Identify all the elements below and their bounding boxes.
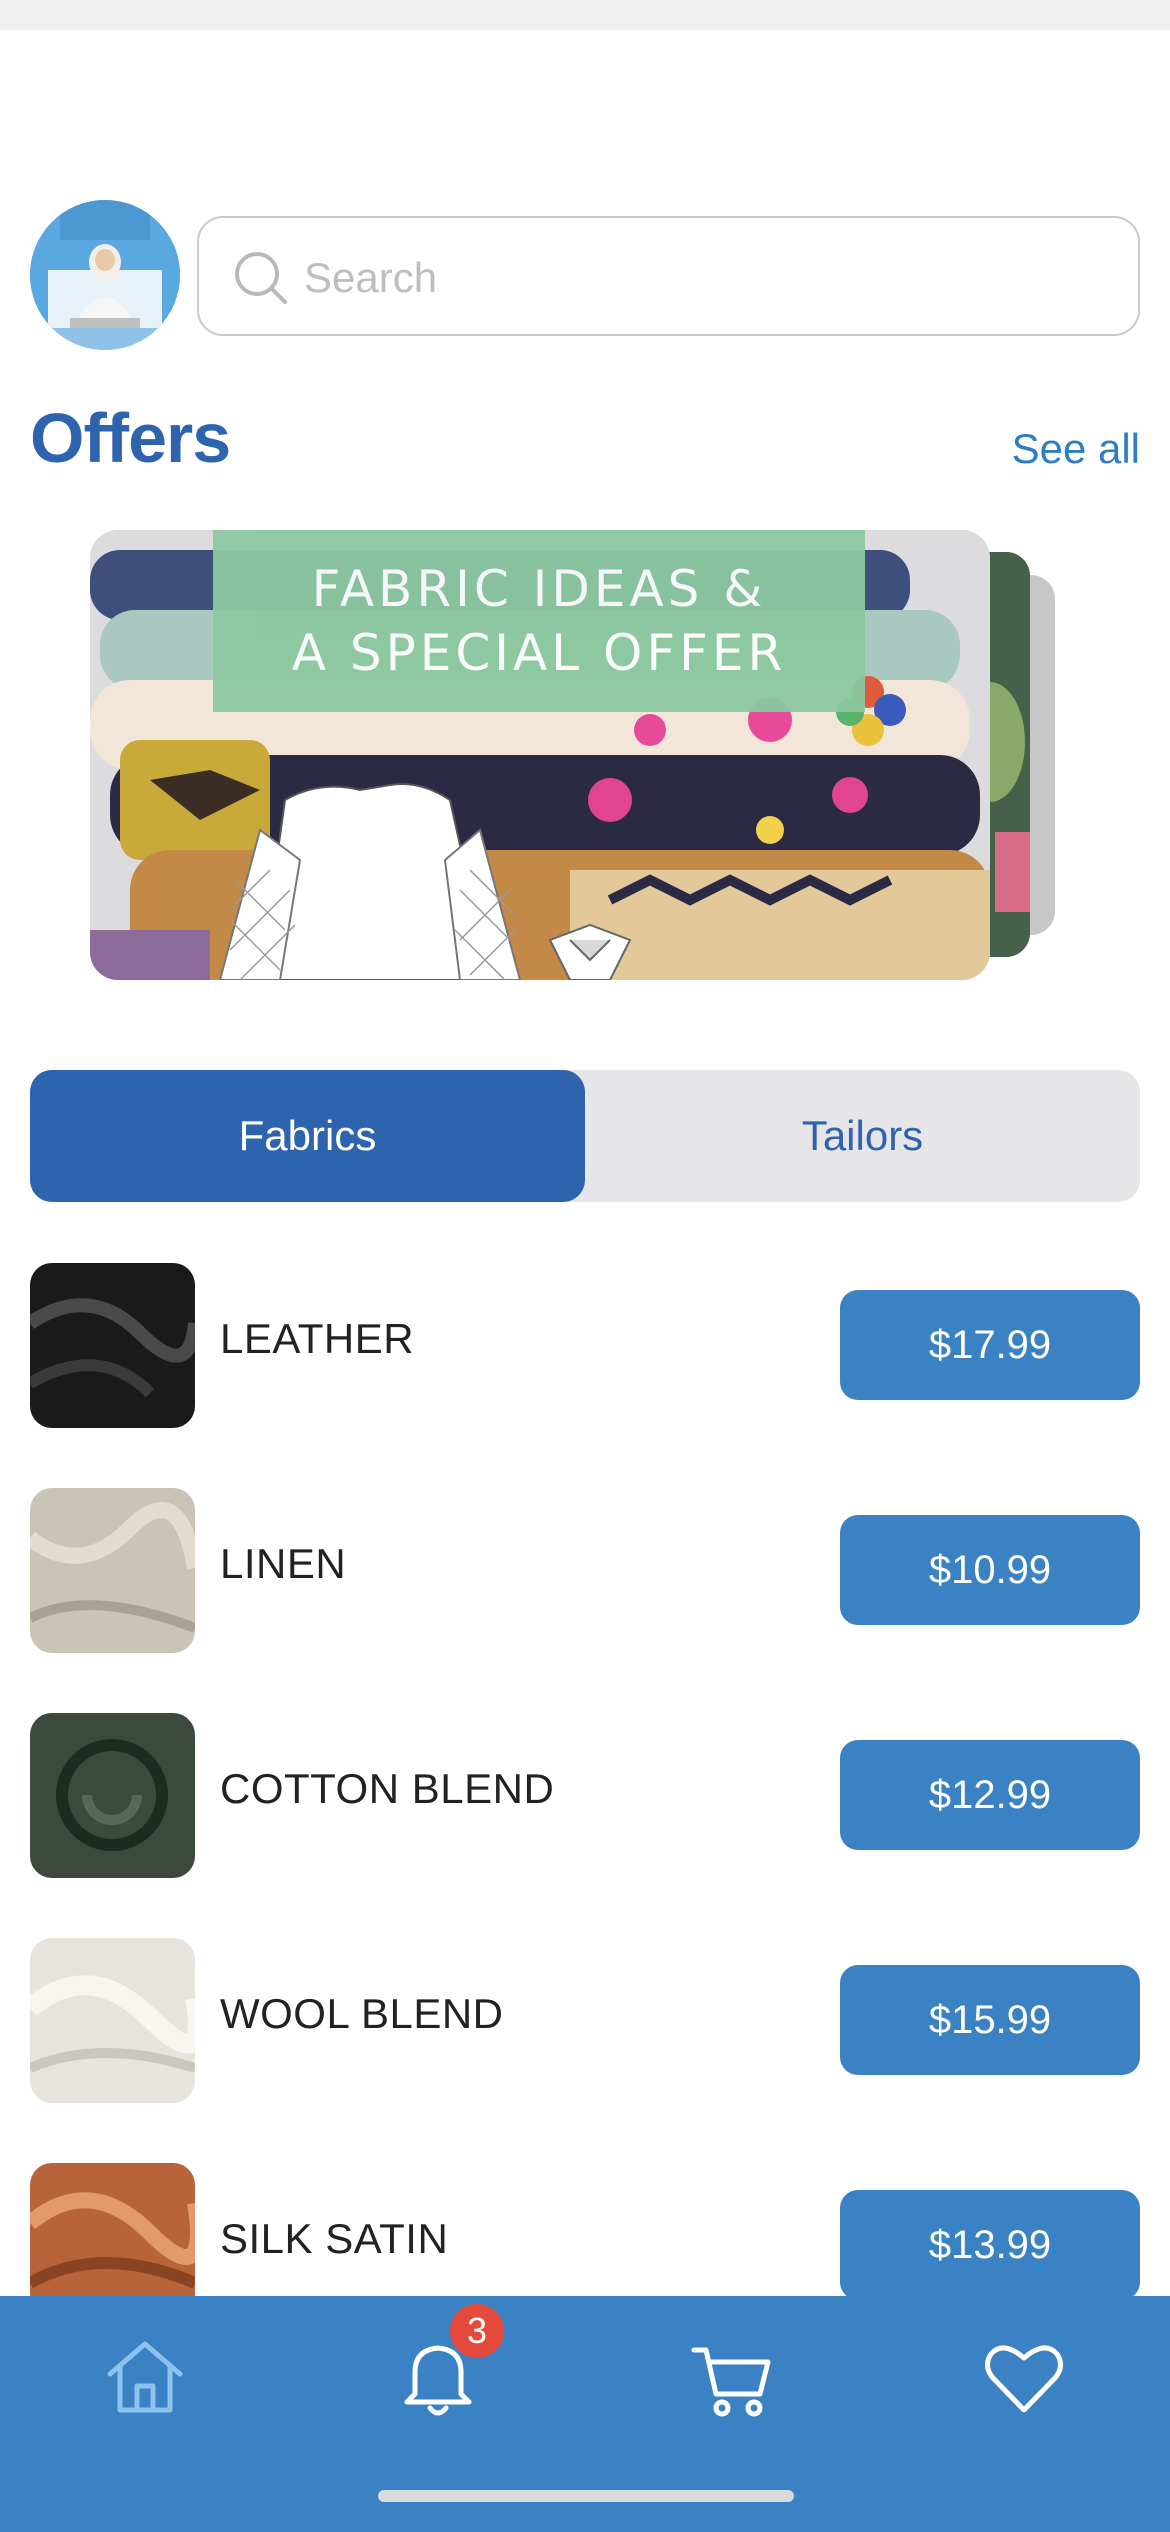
fabric-thumbnail: [30, 1713, 195, 1878]
banner-text-panel: FABRIC IDEAS & A SPECIAL OFFER: [213, 530, 865, 712]
home-indicator: [378, 2490, 794, 2502]
price-button[interactable]: $15.99: [840, 1965, 1140, 2075]
price-button[interactable]: $12.99: [840, 1740, 1140, 1850]
tab-fabrics[interactable]: Fabrics: [30, 1070, 585, 1202]
fabric-thumbnail: [30, 1263, 195, 1428]
list-item[interactable]: LINEN $10.99: [0, 1480, 1170, 1653]
search-input[interactable]: [304, 238, 1104, 318]
offers-title: Offers: [30, 399, 231, 477]
banner-line-1: FABRIC IDEAS &: [311, 560, 767, 618]
tab-tailors[interactable]: Tailors: [585, 1070, 1140, 1202]
notification-badge: 3: [450, 2304, 504, 2358]
price-button[interactable]: $13.99: [840, 2190, 1140, 2300]
see-all-link[interactable]: See all: [1012, 425, 1140, 473]
avatar[interactable]: [30, 200, 180, 350]
list-item[interactable]: LEATHER $17.99: [0, 1255, 1170, 1428]
heart-icon[interactable]: [979, 2332, 1069, 2422]
banner-line-2: A SPECIAL OFFER: [291, 624, 787, 682]
list-item[interactable]: COTTON BLEND $12.99: [0, 1705, 1170, 1878]
fabric-name: WOOL BLEND: [220, 1990, 504, 2037]
offers-carousel[interactable]: FABRIC IDEAS & A SPECIAL OFFER: [0, 530, 1170, 980]
list-item[interactable]: WOOL BLEND $15.99: [0, 1930, 1170, 2103]
cart-icon[interactable]: [686, 2332, 776, 2422]
category-segmented-control: Fabrics Tailors: [30, 1070, 1140, 1202]
offer-card[interactable]: FABRIC IDEAS & A SPECIAL OFFER: [90, 530, 990, 980]
price-button[interactable]: $10.99: [840, 1515, 1140, 1625]
status-bar: [0, 0, 1170, 30]
fabric-name: LEATHER: [220, 1315, 415, 1362]
price-button[interactable]: $17.99: [840, 1290, 1140, 1400]
fabric-name: COTTON BLEND: [220, 1765, 555, 1812]
fabric-thumbnail: [30, 1938, 195, 2103]
fabric-name: LINEN: [220, 1540, 347, 1587]
avatar-photo: [30, 200, 180, 350]
home-icon[interactable]: [100, 2332, 190, 2422]
fabric-name: SILK SATIN: [220, 2215, 449, 2262]
search-bar[interactable]: [197, 216, 1140, 336]
fabric-thumbnail: [30, 1488, 195, 1653]
search-icon: [235, 252, 287, 304]
